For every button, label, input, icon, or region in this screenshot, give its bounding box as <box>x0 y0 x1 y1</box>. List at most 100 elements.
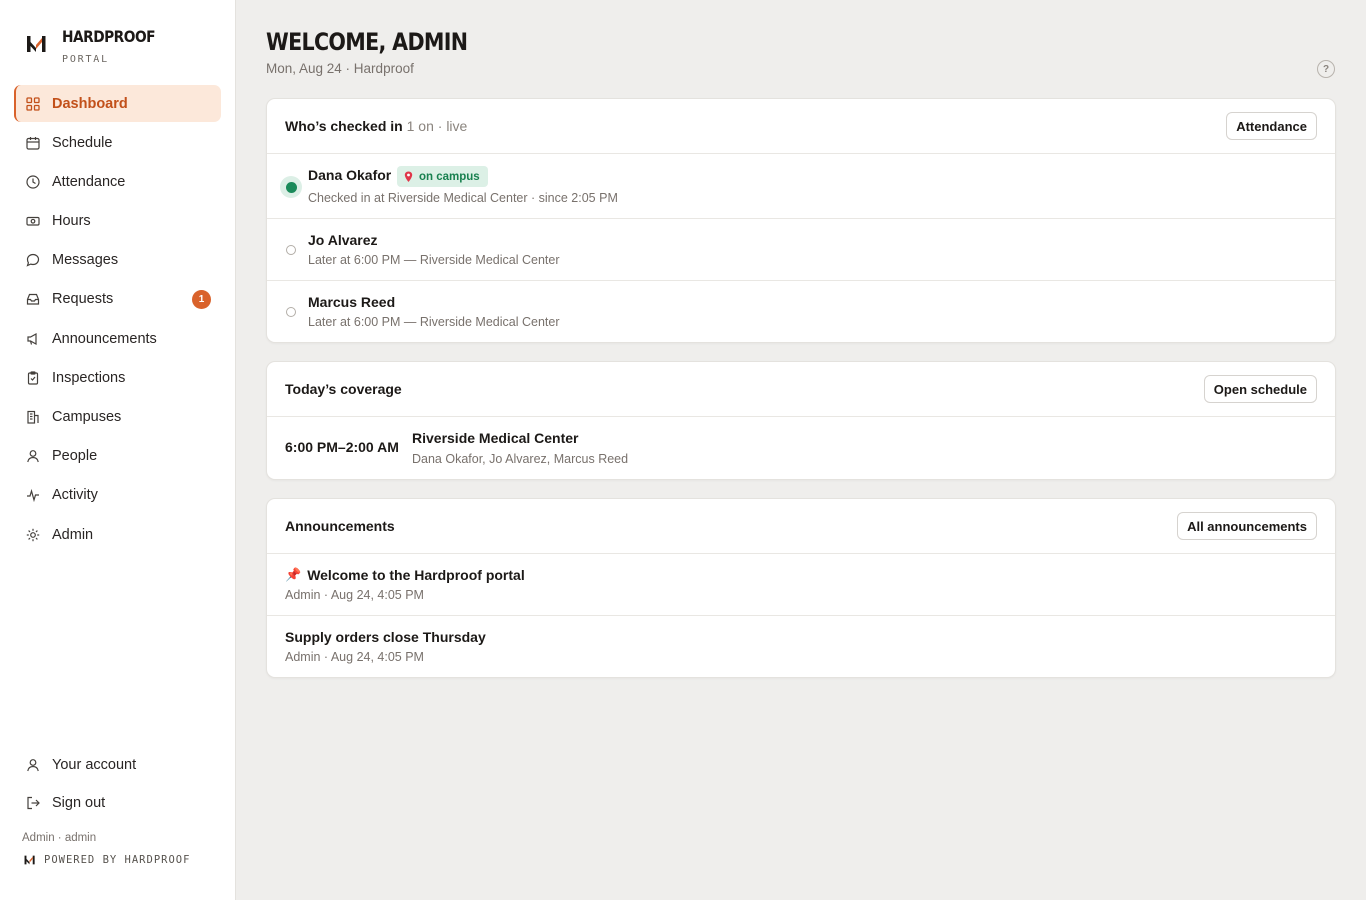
sidebar-item-messages[interactable]: Messages <box>14 242 221 279</box>
sidebar-item-label: Admin <box>52 526 94 543</box>
checked-in-card: Who’s checked in 1 on · live Attendance … <box>266 98 1336 343</box>
coverage-title: Today’s coverage <box>285 381 402 397</box>
shift-time: 6:00 PM–2:00 AM <box>285 439 399 455</box>
sidebar-item-label: Requests <box>52 291 114 308</box>
pushpin-icon: 📌 <box>285 567 302 582</box>
person-detail: Checked in at Riverside Medical Center ·… <box>308 191 618 205</box>
inbox-icon <box>26 292 40 306</box>
on-campus-badge: on campus <box>397 166 488 187</box>
sidebar-item-people[interactable]: People <box>14 438 221 475</box>
sidebar-item-label: Attendance <box>52 173 126 190</box>
help-button[interactable]: ? <box>1317 60 1335 78</box>
announcement-title: Supply orders close Thursday <box>285 629 486 645</box>
person-name: Dana Okafor <box>308 167 392 183</box>
checked-in-card-header: Who’s checked in 1 on · live Attendance <box>267 99 1335 154</box>
person-name: Marcus Reed <box>308 294 396 310</box>
clock-icon <box>26 175 40 189</box>
calendar-icon <box>26 136 40 150</box>
announcement-title: 📌 Welcome to the Hardproof portal <box>285 567 525 583</box>
sidebar-item-activity[interactable]: Activity <box>14 477 221 514</box>
sidebar-item-label: Messages <box>52 252 119 269</box>
announcements-card-header: Announcements All announcements <box>267 499 1335 554</box>
status-on-indicator <box>280 176 302 198</box>
coverage-card: Today’s coverage Open schedule 6:00 PM–2… <box>266 361 1336 480</box>
checked-in-title-text: Who’s checked in <box>285 118 403 134</box>
hardproof-logo-icon <box>27 36 46 52</box>
sidebar-item-attendance[interactable]: Attendance <box>14 163 221 200</box>
announcement-meta: Admin · Aug 24, 4:05 PM <box>285 650 424 664</box>
page-subtitle: Mon, Aug 24 · Hardproof <box>266 61 414 76</box>
sidebar-item-label: Dashboard <box>52 95 128 112</box>
announcement-title-text: Supply orders close Thursday <box>285 629 486 645</box>
checked-in-title: Who’s checked in 1 on · live <box>285 118 467 134</box>
shift-site: Riverside Medical Center <box>412 430 579 446</box>
brand-subtitle: PORTAL <box>62 54 109 65</box>
sidebar-item-label: People <box>52 448 98 465</box>
requests-count-badge: 1 <box>192 289 211 309</box>
grid-icon <box>26 96 40 111</box>
announcements-card: Announcements All announcements 📌 Welcom… <box>266 498 1336 678</box>
current-user-line: Admin · admin <box>22 832 97 844</box>
sidebar-item-label: Announcements <box>52 330 157 347</box>
announcement-item[interactable]: Supply orders close Thursday Admin · Aug… <box>267 616 1335 677</box>
brand-name: HARDPROOF <box>62 27 156 46</box>
sign-out-button[interactable]: Sign out <box>14 784 221 821</box>
powered-by-text: POWERED BY HARDPROOF <box>44 854 191 866</box>
sidebar-item-admin[interactable]: Admin <box>14 516 221 553</box>
all-announcements-button[interactable]: All announcements <box>1177 512 1317 540</box>
sign-out-label: Sign out <box>52 794 106 811</box>
open-schedule-button[interactable]: Open schedule <box>1203 375 1317 403</box>
sidebar-item-hours[interactable]: Hours <box>14 203 221 240</box>
shift-row[interactable]: 6:00 PM–2:00 AM Riverside Medical Center… <box>267 417 1335 479</box>
status-off-dot <box>286 307 296 317</box>
map-pin-icon <box>404 171 413 182</box>
brand[interactable]: HARDPROOF PORTAL <box>26 27 170 65</box>
announcements-title: Announcements <box>285 518 395 534</box>
person-detail: Later at 6:00 PM — Riverside Medical Cen… <box>308 253 560 267</box>
sidebar-item-label: Campuses <box>52 409 122 425</box>
sidebar-item-label: Inspections <box>52 369 126 386</box>
chat-bubble-icon <box>26 253 40 267</box>
sign-out-icon <box>26 796 40 810</box>
person-detail: Later at 6:00 PM — Riverside Medical Cen… <box>308 315 560 329</box>
sidebar-item-inspections[interactable]: Inspections <box>14 359 221 396</box>
powered-by: POWERED BY HARDPROOF <box>24 854 190 866</box>
status-off-dot <box>286 245 296 255</box>
sidebar: HARDPROOF PORTAL Dashboard Schedule Atte… <box>0 0 236 900</box>
sidebar-item-label: Hours <box>52 213 91 230</box>
status-off-indicator <box>280 301 302 323</box>
person-name: Jo Alvarez <box>308 232 378 248</box>
sun-gear-icon <box>26 528 40 542</box>
announcement-title-text: Welcome to the Hardproof portal <box>307 567 525 583</box>
person-icon <box>26 449 40 463</box>
clipboard-check-icon <box>26 371 40 385</box>
sidebar-item-announcements[interactable]: Announcements <box>14 320 221 357</box>
your-account-link[interactable]: Your account <box>14 746 221 783</box>
activity-pulse-icon <box>26 488 40 503</box>
checked-in-row[interactable]: Jo Alvarez Later at 6:00 PM — Riverside … <box>267 219 1335 281</box>
status-on-dot <box>285 181 297 193</box>
megaphone-icon <box>26 332 40 346</box>
attendance-button[interactable]: Attendance <box>1226 112 1317 140</box>
hardproof-logo-icon <box>24 855 35 865</box>
sidebar-item-campuses[interactable]: Campuses <box>14 399 221 436</box>
sidebar-item-schedule[interactable]: Schedule <box>14 124 221 161</box>
sidebar-bottom-nav: Your account Sign out <box>14 746 221 822</box>
your-account-label: Your account <box>52 756 137 773</box>
cash-icon <box>26 214 40 228</box>
sidebar-item-label: Schedule <box>52 134 113 151</box>
status-off-indicator <box>280 239 302 261</box>
person-icon <box>26 758 40 772</box>
building-icon <box>26 410 40 424</box>
sidebar-item-requests[interactable]: Requests 1 <box>14 281 221 318</box>
on-campus-badge-label: on campus <box>419 170 480 183</box>
announcement-meta: Admin · Aug 24, 4:05 PM <box>285 588 424 602</box>
announcement-item[interactable]: 📌 Welcome to the Hardproof portal Admin … <box>267 554 1335 616</box>
sidebar-item-dashboard[interactable]: Dashboard <box>14 85 221 122</box>
coverage-card-header: Today’s coverage Open schedule <box>267 362 1335 417</box>
sidebar-item-label: Activity <box>52 487 98 504</box>
checked-in-row[interactable]: Marcus Reed Later at 6:00 PM — Riverside… <box>267 281 1335 342</box>
checked-in-summary: 1 on · live <box>406 118 468 134</box>
shift-people: Dana Okafor, Jo Alvarez, Marcus Reed <box>412 452 629 466</box>
checked-in-row[interactable]: Dana Okafor on campus Checked in at Rive… <box>267 154 1335 219</box>
